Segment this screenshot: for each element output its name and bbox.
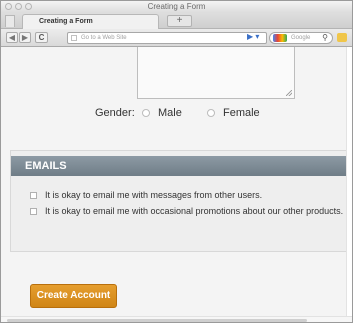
new-tab-button[interactable]: + xyxy=(167,15,192,27)
go-button[interactable]: ▶ ▾ xyxy=(247,32,259,41)
gender-female-radio[interactable] xyxy=(207,109,215,117)
search-bar[interactable]: Google ⚲ xyxy=(269,32,333,44)
navigation-bar: ◀ ▶ C Go to a Web Site ▶ ▾ Google ⚲ xyxy=(1,29,352,47)
browser-window: Creating a Form Creating a Form + ◀ ▶ C … xyxy=(0,0,353,323)
bookmark-icon[interactable] xyxy=(337,33,347,42)
tab-overview-button[interactable] xyxy=(5,15,15,27)
search-placeholder: Google xyxy=(291,35,311,41)
tab-label: Creating a Form xyxy=(39,18,93,25)
horizontal-scrollbar[interactable] xyxy=(1,316,352,322)
gender-female-label[interactable]: Female xyxy=(223,107,260,119)
tab-creating-a-form[interactable]: Creating a Form xyxy=(22,14,159,29)
gender-label-text: Gender: xyxy=(95,107,135,119)
window-title: Creating a Form xyxy=(147,2,206,11)
title-bar: Creating a Form xyxy=(1,1,352,13)
gender-male-label[interactable]: Male xyxy=(158,107,182,119)
page-favicon-icon xyxy=(71,35,77,41)
email-promotions-checkbox[interactable] xyxy=(30,208,37,215)
vertical-scrollbar[interactable] xyxy=(346,47,352,316)
forward-button[interactable]: ▶ xyxy=(19,32,31,43)
create-account-button[interactable]: Create Account xyxy=(30,284,117,308)
email-promotions-label[interactable]: It is okay to email me with occasional p… xyxy=(45,206,345,217)
address-placeholder: Go to a Web Site xyxy=(81,35,127,41)
back-button[interactable]: ◀ xyxy=(6,32,18,43)
emails-section: EMAILS It is okay to email me with messa… xyxy=(10,150,346,252)
tab-strip: Creating a Form + xyxy=(1,13,352,29)
reload-button[interactable]: C xyxy=(35,32,48,43)
comments-textarea[interactable] xyxy=(137,47,295,99)
search-icon[interactable]: ⚲ xyxy=(322,33,328,43)
address-bar[interactable]: Go to a Web Site xyxy=(67,32,267,44)
search-engine-icon[interactable] xyxy=(273,34,287,42)
email-users-label[interactable]: It is okay to email me with messages fro… xyxy=(45,190,345,201)
emails-section-title: EMAILS xyxy=(11,156,346,176)
page-content: Gender: Male Female EMAILS It is okay to… xyxy=(1,47,346,316)
email-users-checkbox[interactable] xyxy=(30,192,37,199)
resize-handle-icon[interactable] xyxy=(286,90,292,96)
gender-male-radio[interactable] xyxy=(142,109,150,117)
horizontal-scroll-thumb[interactable] xyxy=(7,319,307,322)
